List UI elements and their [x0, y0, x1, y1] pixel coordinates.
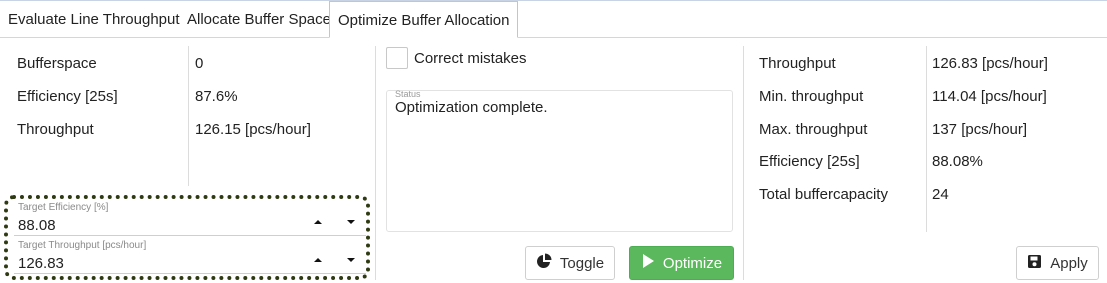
- right-table-divider: [926, 46, 927, 232]
- dropdown-arrow-icon[interactable]: [344, 253, 358, 267]
- increment-arrow-icon[interactable]: [311, 253, 325, 267]
- target-efficiency-field[interactable]: Target Efficiency [%] 88.08: [14, 202, 366, 236]
- optimize-button[interactable]: Optimize: [629, 246, 734, 280]
- increment-arrow-icon[interactable]: [311, 215, 325, 229]
- result-throughput-value: 126.83 [pcs/hour]: [932, 55, 1048, 72]
- bufferspace-label: Bufferspace: [17, 55, 97, 72]
- total-buffercapacity-label: Total buffercapacity: [759, 186, 888, 203]
- min-throughput-value: 114.04 [pcs/hour]: [932, 88, 1047, 105]
- status-box: Status Optimization complete.: [386, 89, 733, 232]
- dropdown-arrow-icon[interactable]: [344, 215, 358, 229]
- target-efficiency-label: Target Efficiency [%]: [18, 202, 109, 213]
- total-buffercapacity-value: 24: [932, 186, 949, 203]
- bufferspace-value: 0: [195, 55, 204, 72]
- result-efficiency-value: 88.08%: [932, 153, 983, 170]
- left-panel-divider: [375, 46, 376, 280]
- max-throughput-label: Max. throughput: [759, 121, 868, 138]
- target-throughput-value[interactable]: 126.83: [18, 255, 64, 272]
- max-throughput-value: 137 [pcs/hour]: [932, 121, 1028, 138]
- throughput-label: Throughput: [17, 121, 94, 138]
- tab-optimize-buffer-allocation[interactable]: Optimize Buffer Allocation: [329, 1, 519, 38]
- min-throughput-label: Min. throughput: [759, 88, 864, 105]
- tab-allocate-buffer-space[interactable]: Allocate Buffer Space: [187, 1, 331, 38]
- apply-button[interactable]: Apply: [1016, 246, 1099, 280]
- target-throughput-field[interactable]: Target Throughput [pcs/hour] 126.83: [14, 240, 366, 274]
- apply-button-label: Apply: [1050, 254, 1088, 272]
- tab-evaluate-line-throughput[interactable]: Evaluate Line Throughput: [8, 1, 180, 38]
- left-table-divider: [188, 46, 189, 186]
- play-icon: [641, 253, 655, 273]
- result-throughput-label: Throughput: [759, 55, 836, 72]
- correct-mistakes-checkbox[interactable]: [386, 47, 408, 69]
- middle-panel-divider: [743, 46, 744, 280]
- optimize-button-label: Optimize: [662, 254, 723, 272]
- status-label: Status: [395, 89, 421, 99]
- pie-chart-icon: [536, 253, 552, 273]
- correct-mistakes-label: Correct mistakes: [414, 50, 527, 67]
- efficiency-label: Efficiency [25s]: [17, 88, 118, 105]
- result-efficiency-label: Efficiency [25s]: [759, 153, 860, 170]
- toggle-button-label: Toggle: [559, 254, 605, 272]
- toggle-button[interactable]: Toggle: [525, 246, 615, 280]
- save-icon: [1027, 254, 1042, 273]
- target-efficiency-value[interactable]: 88.08: [18, 217, 56, 234]
- efficiency-value: 87.6%: [195, 88, 238, 105]
- status-text: Optimization complete.: [395, 99, 548, 116]
- tab-bar: Evaluate Line Throughput Allocate Buffer…: [0, 0, 1107, 38]
- target-throughput-label: Target Throughput [pcs/hour]: [18, 240, 147, 251]
- throughput-value: 126.15 [pcs/hour]: [195, 121, 311, 138]
